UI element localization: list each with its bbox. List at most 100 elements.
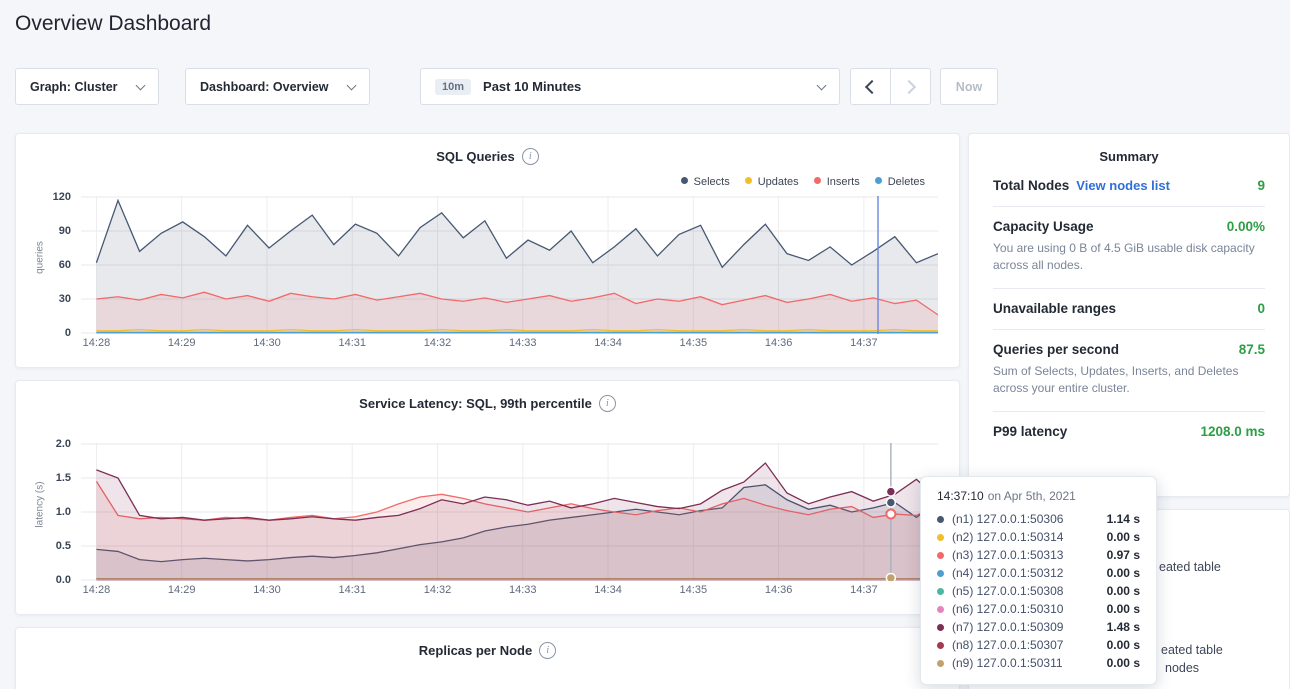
graph-dropdown[interactable]: Graph: Cluster bbox=[15, 68, 159, 105]
summary-row-total-nodes: Total NodesView nodes list 9 bbox=[993, 166, 1265, 207]
node-latency-value: 0.00 s bbox=[1107, 584, 1140, 598]
node-address: (n9) 127.0.0.1:50311 bbox=[952, 656, 1097, 670]
y-tick-label: 60 bbox=[16, 259, 71, 271]
y-tick-label: 2.0 bbox=[16, 438, 71, 450]
view-nodes-list-link[interactable]: View nodes list bbox=[1076, 178, 1170, 193]
summary-panel: Summary Total NodesView nodes list 9 Cap… bbox=[968, 133, 1290, 497]
sql-queries-plot[interactable] bbox=[81, 196, 938, 334]
x-tick-label: 14:32 bbox=[413, 584, 463, 596]
chart-hover-tooltip: 14:37:10on Apr 5th, 2021 (n1) 127.0.0.1:… bbox=[920, 476, 1157, 685]
legend-dot bbox=[875, 177, 882, 184]
x-tick-label: 14:36 bbox=[754, 337, 804, 349]
y-axis-ticks: 0306090120 bbox=[16, 196, 71, 334]
event-text-fragment: eated table bbox=[1161, 643, 1223, 657]
node-address: (n4) 127.0.0.1:50312 bbox=[952, 566, 1097, 580]
summary-row-unavailable-ranges: Unavailable ranges 0 bbox=[993, 289, 1265, 330]
unavailable-ranges-value: 0 bbox=[1257, 301, 1265, 316]
x-tick-label: 14:29 bbox=[157, 337, 207, 349]
node-latency-value: 0.97 s bbox=[1107, 548, 1140, 562]
legend-item-deletes[interactable]: Deletes bbox=[875, 176, 925, 188]
info-icon[interactable]: i bbox=[522, 148, 539, 165]
node-latency-value: 1.48 s bbox=[1107, 620, 1140, 634]
tooltip-node-row: (n7) 127.0.0.1:50309 1.48 s bbox=[937, 618, 1140, 636]
service-latency-chart-panel: Service Latency: SQL, 99th percentile i … bbox=[15, 380, 960, 615]
time-prev-button[interactable] bbox=[850, 68, 891, 105]
summary-title: Summary bbox=[993, 149, 1265, 164]
node-address: (n5) 127.0.0.1:50308 bbox=[952, 584, 1097, 598]
capacity-usage-value: 0.00% bbox=[1227, 219, 1265, 234]
capacity-usage-label: Capacity Usage bbox=[993, 219, 1094, 234]
p99-latency-label: P99 latency bbox=[993, 424, 1067, 439]
node-latency-value: 0.00 s bbox=[1107, 530, 1140, 544]
legend-item-inserts[interactable]: Inserts bbox=[814, 176, 860, 188]
node-latency-value: 0.00 s bbox=[1107, 638, 1140, 652]
chevron-down-icon bbox=[347, 81, 357, 91]
summary-row-p99-latency: P99 latency 1208.0 ms bbox=[993, 412, 1265, 452]
tooltip-node-row: (n1) 127.0.0.1:503061.14 s bbox=[937, 510, 1140, 528]
node-address: (n7) 127.0.0.1:50309 bbox=[952, 620, 1097, 634]
capacity-usage-description: You are using 0 B of 4.5 GiB usable disk… bbox=[993, 240, 1265, 275]
x-tick-label: 14:29 bbox=[157, 584, 207, 596]
x-tick-label: 14:34 bbox=[583, 584, 633, 596]
info-icon[interactable]: i bbox=[539, 642, 556, 659]
node-address: (n1) 127.0.0.1:50306 bbox=[952, 512, 1097, 526]
tooltip-node-row: (n8) 127.0.0.1:503070.00 s bbox=[937, 636, 1140, 654]
x-tick-label: 14:33 bbox=[498, 584, 548, 596]
node-address: (n6) 127.0.0.1:50310 bbox=[952, 602, 1097, 616]
legend-dot bbox=[745, 177, 752, 184]
queries-per-second-value: 87.5 bbox=[1239, 342, 1265, 357]
x-tick-label: 14:35 bbox=[668, 337, 718, 349]
queries-per-second-description: Sum of Selects, Updates, Inserts, and De… bbox=[993, 363, 1265, 398]
node-color-dot bbox=[937, 588, 944, 595]
tooltip-header: 14:37:10on Apr 5th, 2021 bbox=[937, 489, 1140, 503]
x-tick-label: 14:34 bbox=[583, 337, 633, 349]
dashboard-dropdown[interactable]: Dashboard: Overview bbox=[185, 68, 370, 105]
service-latency-plot[interactable] bbox=[81, 443, 938, 581]
time-range-badge: 10m bbox=[435, 79, 471, 95]
y-tick-label: 0.0 bbox=[16, 574, 71, 586]
y-tick-label: 90 bbox=[16, 225, 71, 237]
y-tick-label: 0 bbox=[16, 327, 71, 339]
x-tick-label: 14:31 bbox=[327, 584, 377, 596]
summary-row-queries-per-second: Queries per second 87.5 Sum of Selects, … bbox=[993, 330, 1265, 412]
legend-item-selects[interactable]: Selects bbox=[681, 176, 730, 188]
legend-item-updates[interactable]: Updates bbox=[745, 176, 799, 188]
page-title: Overview Dashboard bbox=[15, 12, 211, 36]
chevron-down-icon bbox=[817, 81, 827, 91]
y-tick-label: 1.0 bbox=[16, 506, 71, 518]
node-address: (n3) 127.0.0.1:50313 bbox=[952, 548, 1097, 562]
queries-per-second-label: Queries per second bbox=[993, 342, 1119, 357]
x-tick-label: 14:33 bbox=[498, 337, 548, 349]
node-latency-value: 0.00 s bbox=[1107, 602, 1140, 616]
x-axis-ticks: 14:2814:2914:3014:3114:3214:3314:3414:35… bbox=[81, 584, 938, 598]
chart-title: Replicas per Node bbox=[419, 643, 532, 658]
x-tick-label: 14:37 bbox=[839, 584, 889, 596]
info-icon[interactable]: i bbox=[599, 395, 616, 412]
node-color-dot bbox=[937, 570, 944, 577]
chevron-right-icon bbox=[902, 79, 916, 93]
total-nodes-value: 9 bbox=[1257, 178, 1265, 193]
overview-dashboard-page: Overview Dashboard Graph: Cluster Dashbo… bbox=[0, 0, 1290, 689]
chevron-left-icon bbox=[865, 79, 879, 93]
chart-legend: Selects Updates Inserts Deletes bbox=[681, 176, 925, 188]
time-range-dropdown[interactable]: 10m Past 10 Minutes bbox=[420, 68, 840, 105]
event-text-fragment: eated table bbox=[1159, 560, 1221, 574]
tooltip-date: on Apr 5th, 2021 bbox=[988, 489, 1076, 503]
x-tick-label: 14:35 bbox=[668, 584, 718, 596]
tooltip-node-row: (n6) 127.0.0.1:50310 0.00 s bbox=[937, 600, 1140, 618]
time-now-button[interactable]: Now bbox=[940, 68, 998, 105]
node-address: (n2) 127.0.0.1:50314 bbox=[952, 530, 1097, 544]
node-color-dot bbox=[937, 534, 944, 541]
replicas-per-node-chart-panel: Replicas per Node i bbox=[15, 627, 960, 689]
node-color-dot bbox=[937, 606, 944, 613]
x-tick-label: 14:36 bbox=[754, 584, 804, 596]
tooltip-node-row: (n9) 127.0.0.1:50311 0.00 s bbox=[937, 654, 1140, 672]
node-latency-value: 0.00 s bbox=[1107, 566, 1140, 580]
x-tick-label: 14:28 bbox=[71, 337, 121, 349]
tooltip-node-row: (n2) 127.0.0.1:50314 0.00 s bbox=[937, 528, 1140, 546]
time-next-button[interactable] bbox=[890, 68, 931, 105]
x-tick-label: 14:31 bbox=[327, 337, 377, 349]
x-tick-label: 14:30 bbox=[242, 337, 292, 349]
node-latency-value: 0.00 s bbox=[1107, 656, 1140, 670]
legend-dot bbox=[814, 177, 821, 184]
